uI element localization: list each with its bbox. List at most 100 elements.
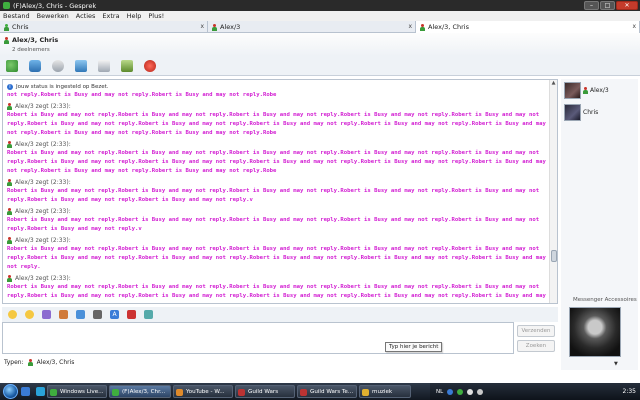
menu-help[interactable]: Help bbox=[127, 12, 142, 20]
contact-status-icon bbox=[7, 179, 12, 186]
language-indicator[interactable]: NL bbox=[436, 389, 443, 395]
sender-line: Alex/3 zegt (2:33): bbox=[7, 102, 547, 111]
share-files-icon[interactable] bbox=[29, 59, 41, 72]
maximize-button[interactable]: □ bbox=[600, 1, 615, 10]
menu-bar: Bestand Bewerken Acties Extra Help Plus! bbox=[0, 11, 640, 21]
scroll-up-icon[interactable]: ▲ bbox=[550, 80, 557, 87]
menu-bestand[interactable]: Bestand bbox=[3, 12, 30, 20]
participant-chris[interactable]: Chris bbox=[561, 101, 638, 123]
block-icon[interactable] bbox=[144, 59, 156, 72]
sender-line: Alex/3 zegt (2:33): bbox=[7, 236, 547, 245]
message-block: Alex/3 zegt (2:33): Robert is Busy and m… bbox=[7, 236, 547, 272]
color-icon[interactable] bbox=[127, 310, 136, 319]
tab-close-icon[interactable]: x bbox=[632, 23, 636, 30]
voice-clip-icon[interactable] bbox=[76, 310, 85, 319]
contact-status-icon bbox=[7, 208, 12, 215]
contact-status-icon bbox=[420, 23, 425, 31]
menu-extra[interactable]: Extra bbox=[102, 12, 119, 20]
video-call-icon[interactable] bbox=[52, 59, 64, 72]
handwriting-icon[interactable] bbox=[144, 310, 153, 319]
task-muziek[interactable]: muziek bbox=[359, 385, 411, 398]
menu-acties[interactable]: Acties bbox=[76, 12, 96, 20]
background-icon[interactable] bbox=[42, 310, 51, 319]
close-button[interactable]: ✕ bbox=[616, 1, 638, 10]
tab-close-icon[interactable]: x bbox=[200, 23, 204, 30]
sender-line: Alex/3 zegt (2:33): bbox=[7, 274, 547, 283]
formatting-toolbar: A bbox=[2, 307, 558, 322]
tab-chris[interactable]: Chris x bbox=[0, 21, 208, 33]
tab-label: Alex/3 bbox=[220, 23, 241, 31]
message-line: not reply.Robert is Busy and may not rep… bbox=[7, 168, 277, 174]
search-button[interactable]: Zoeken bbox=[517, 340, 555, 352]
menu-bewerken[interactable]: Bewerken bbox=[37, 12, 69, 20]
call-icon[interactable] bbox=[75, 59, 87, 72]
show-desktop-icon[interactable] bbox=[21, 387, 30, 396]
message-block: Alex/3 zegt (2:33): Robert is Busy and m… bbox=[7, 140, 547, 176]
input-tooltip: Typ hier je bericht bbox=[385, 342, 443, 352]
task-windows-live[interactable]: Windows Live... bbox=[47, 385, 107, 398]
contact-status-icon bbox=[4, 23, 9, 31]
wink-icon[interactable] bbox=[25, 310, 34, 319]
message-line: not reply.Robert is Busy and may not rep… bbox=[7, 92, 277, 98]
info-icon: i bbox=[7, 84, 13, 90]
task-conversation[interactable]: (F)Alex/3, Chr... bbox=[109, 385, 171, 398]
system-tray: NL 2:35 bbox=[430, 383, 640, 400]
avatar bbox=[564, 103, 581, 121]
picture-icon[interactable] bbox=[93, 310, 102, 319]
scroll-thumb[interactable] bbox=[551, 250, 557, 262]
volume-icon[interactable] bbox=[477, 388, 484, 395]
invite-contact-icon[interactable] bbox=[6, 59, 18, 72]
nudge-icon[interactable] bbox=[59, 310, 68, 319]
contact-status-icon bbox=[27, 358, 33, 366]
typing-indicator: Typen: Alex/3, Chris bbox=[4, 357, 554, 367]
contact-status-icon bbox=[7, 141, 12, 148]
start-button[interactable] bbox=[3, 384, 18, 399]
send-button[interactable]: Verzenden bbox=[517, 325, 555, 337]
chevron-down-icon[interactable]: ▼ bbox=[614, 361, 618, 367]
task-guild-wars-te[interactable]: Guild Wars Te... bbox=[297, 385, 357, 398]
status-text: Jouw status is ingesteld op Bezet. bbox=[16, 84, 109, 90]
network-icon[interactable] bbox=[467, 388, 474, 395]
tab-label: Chris bbox=[12, 23, 29, 31]
participant-count: 2 deelnemers bbox=[12, 47, 50, 53]
ie-icon[interactable] bbox=[36, 387, 45, 396]
message-line: not reply.Robert is Busy and may not rep… bbox=[7, 130, 277, 136]
task-guild-wars[interactable]: Guild Wars bbox=[235, 385, 295, 398]
games-icon[interactable] bbox=[121, 59, 133, 72]
conversation-tabs: Chris x Alex/3 x Alex/3, Chris x bbox=[0, 21, 640, 33]
typing-who: Alex/3, Chris bbox=[36, 358, 75, 366]
emoticon-icon[interactable] bbox=[8, 310, 17, 319]
accessories-label: Messenger Accessoires bbox=[573, 297, 637, 303]
message-line: Robert is Busy and may not reply.Robert … bbox=[7, 150, 540, 156]
contact-status-icon bbox=[583, 86, 588, 94]
menu-plus[interactable]: Plus! bbox=[148, 12, 164, 20]
contact-status-icon bbox=[4, 36, 9, 44]
tab-close-icon[interactable]: x bbox=[408, 23, 412, 30]
display-picture[interactable] bbox=[569, 307, 621, 357]
message-line: reply.Robert is Busy and may not reply.R… bbox=[7, 255, 546, 261]
minimize-button[interactable]: – bbox=[584, 1, 599, 10]
tab-alex[interactable]: Alex/3 x bbox=[208, 21, 416, 33]
clock[interactable]: 2:35 bbox=[623, 388, 636, 395]
participant-name: Chris bbox=[583, 108, 599, 116]
tab-alex-chris[interactable]: Alex/3, Chris x bbox=[416, 21, 640, 33]
participant-alex[interactable]: Alex/3 bbox=[561, 79, 638, 101]
contact-status-icon bbox=[212, 23, 217, 31]
messenger-tray-icon[interactable] bbox=[457, 388, 464, 395]
sender-line: Alex/3 zegt (2:33): bbox=[7, 140, 547, 149]
message-line: Robert is Busy and may not reply.Robert … bbox=[7, 284, 540, 290]
message-line: not reply. bbox=[7, 264, 41, 270]
font-icon[interactable]: A bbox=[110, 310, 119, 319]
task-youtube[interactable]: YouTube - W... bbox=[173, 385, 233, 398]
help-icon[interactable] bbox=[447, 388, 454, 395]
typing-label: Typen: bbox=[4, 358, 24, 366]
message-line: reply.Robert is Busy and may not reply.R… bbox=[7, 121, 546, 127]
message-line: reply.Robert is Busy and may not reply.R… bbox=[7, 159, 546, 165]
message-block: Alex/3 zegt (2:33): Robert is Busy and m… bbox=[7, 178, 547, 205]
conversation-title: Alex/3, Chris bbox=[12, 36, 59, 44]
vertical-scrollbar[interactable]: ▲ bbox=[549, 80, 557, 303]
activities-icon[interactable] bbox=[98, 59, 110, 72]
message-block: not reply.Robert is Busy and may not rep… bbox=[7, 91, 547, 100]
conversation-history[interactable]: i Jouw status is ingesteld op Bezet. not… bbox=[2, 79, 558, 304]
message-line: reply.Robert is Busy and may not reply.v bbox=[7, 226, 142, 232]
